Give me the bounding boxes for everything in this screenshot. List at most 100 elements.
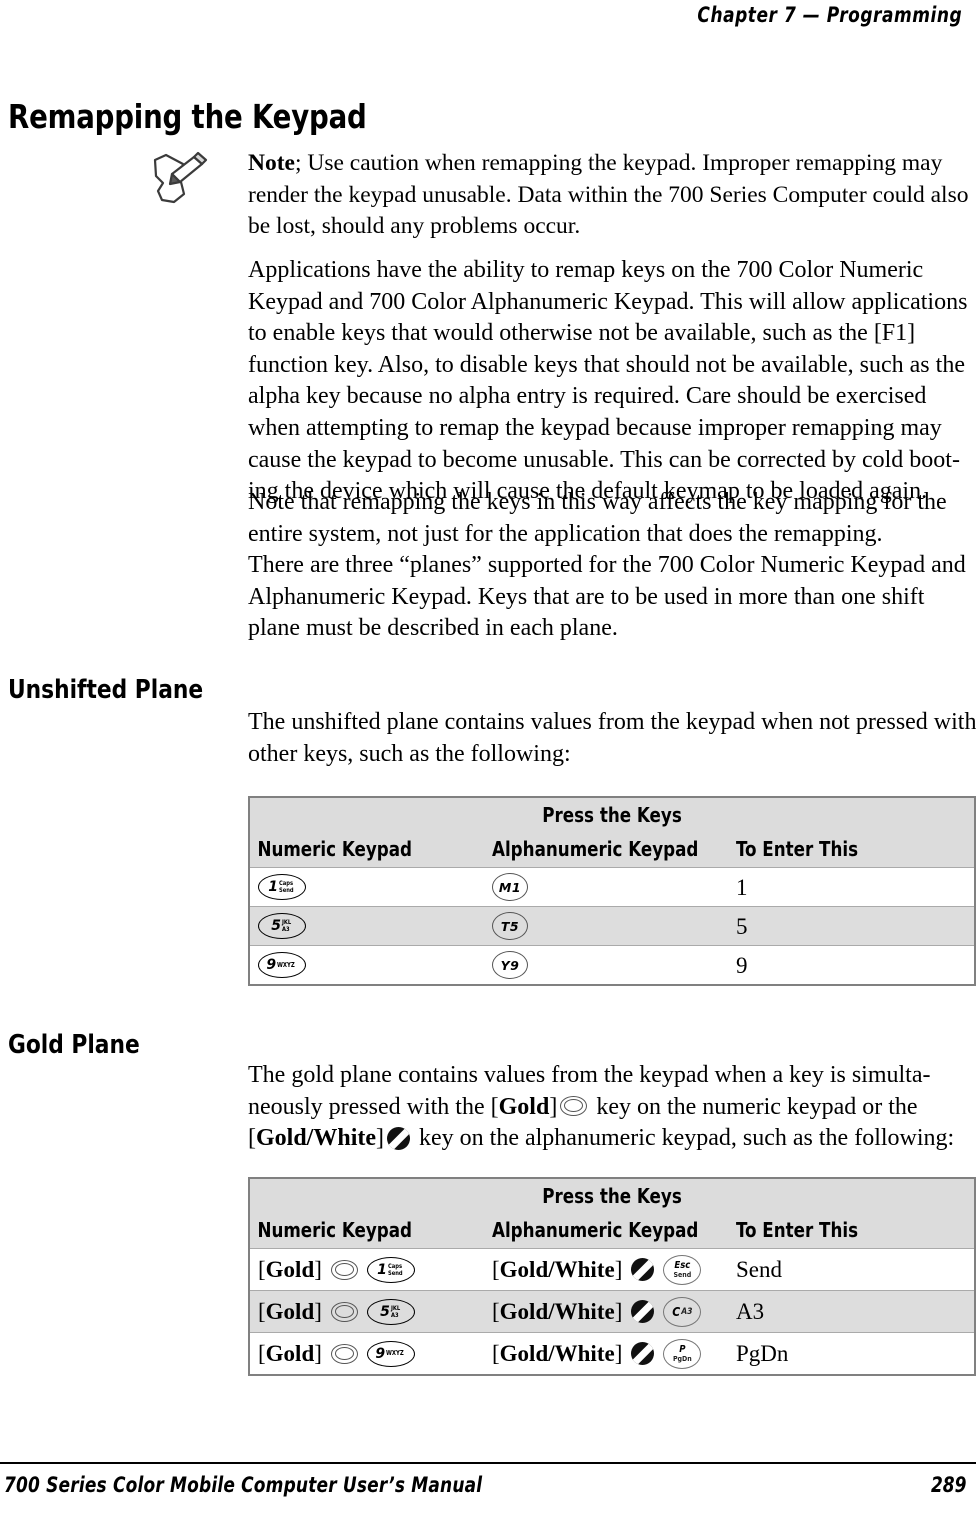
- numeric-key-1-icon: 1 Caps Send: [366, 1256, 415, 1283]
- table-row: [Gold] 5 JKL A3 [Gold/White] C A3 A3: [250, 1290, 974, 1332]
- gold-key-text: [Gold]: [258, 1257, 322, 1282]
- gold-white-key-text: [Gold/White]: [492, 1299, 623, 1324]
- page-running-head: Chapter 7 — Programming: [0, 0, 976, 34]
- note-body: ; Use caution when remapping the keypad.…: [248, 150, 969, 239]
- key-line-2: PgDn: [672, 1354, 692, 1363]
- key-label: Y9: [500, 957, 520, 973]
- cell-alpha-key: M1: [492, 873, 736, 901]
- paragraph-unshifted-intro: The unshifted plane contains values from…: [248, 709, 976, 767]
- cell-numeric-key: 9 WXYZ: [250, 952, 492, 978]
- table-title-row: Press the Keys: [250, 1179, 974, 1212]
- numeric-key-5-icon: 5 JKL A3: [258, 913, 306, 939]
- cell-numeric-combo: [Gold] 5 JKL A3: [250, 1298, 492, 1325]
- gold-white-key-icon: [631, 1342, 655, 1365]
- numeric-key-9-icon: 9 WXYZ: [366, 1340, 415, 1367]
- key-sub-label: JKL A3: [282, 918, 292, 933]
- table-header: Press the Keys Numeric Keypad Alphanumer…: [250, 798, 974, 867]
- alpha-key-t5-icon: T5: [492, 912, 528, 940]
- cell-alpha-key: Y9: [492, 951, 736, 979]
- cell-numeric-key: 5 JKL A3: [250, 913, 492, 939]
- gold-key-name: Gold: [498, 1093, 550, 1120]
- table-row: 1 Caps Send M1 1: [250, 867, 974, 906]
- cell-alpha-combo: [Gold/White] P PgDn: [492, 1338, 736, 1369]
- cell-numeric-key: 1 Caps Send: [250, 874, 492, 900]
- cell-to-enter: A3: [736, 1299, 765, 1324]
- cell-numeric-combo: [Gold] 1 Caps Send: [250, 1256, 492, 1283]
- goldwhite-key-name: Gold/White: [256, 1125, 377, 1152]
- cell-to-enter: 9: [736, 952, 748, 978]
- footer-manual-title: 700 Series Color Mobile Computer User’s …: [4, 1473, 483, 1497]
- gold-intro-part4: ]: [376, 1125, 385, 1152]
- column-header-numeric-keypad: Numeric Keypad: [257, 1218, 413, 1242]
- alpha-key-m1-icon: M1: [492, 873, 528, 901]
- gold-intro-part5: key on the alphanumeric keypad, such as …: [413, 1125, 955, 1152]
- key-sub-label: Caps Send: [279, 879, 295, 894]
- table-unshifted-plane: Press the Keys Numeric Keypad Alphanumer…: [248, 796, 976, 986]
- note-label: Note: [248, 150, 295, 176]
- cell-to-enter: 1: [736, 874, 748, 900]
- note-pencil-icon: [150, 150, 214, 212]
- cell-numeric-combo: [Gold] 9 WXYZ: [250, 1340, 492, 1367]
- gold-key-icon: [330, 1343, 358, 1364]
- table-title: Press the Keys: [542, 803, 682, 827]
- table-column-row: Numeric Keypad Alphanumeric Keypad To En…: [250, 831, 974, 867]
- key-main-label: 5: [271, 918, 281, 934]
- cell-to-enter: PgDn: [736, 1341, 789, 1366]
- footer-divider: [0, 1462, 976, 1464]
- gold-key-text: [Gold]: [258, 1299, 322, 1324]
- table-header: Press the Keys Numeric Keypad Alphanumer…: [250, 1179, 974, 1248]
- table-title-row: Press the Keys: [250, 798, 974, 831]
- paragraph-gold-intro: The gold plane contains values from the …: [248, 1060, 976, 1155]
- alpha-key-p-pgdn-icon: P PgDn: [663, 1338, 702, 1369]
- paragraph-three-planes: There are three “planes” supported for t…: [248, 552, 966, 642]
- table-title: Press the Keys: [542, 1184, 682, 1208]
- numeric-key-5-icon: 5 JKL A3: [366, 1298, 415, 1325]
- numeric-key-9-icon: 9 WXYZ: [258, 952, 306, 978]
- table-row: [Gold] 9 WXYZ [Gold/White] P PgDn PgDn: [250, 1332, 974, 1374]
- table-row: 9 WXYZ Y9 9: [250, 945, 974, 984]
- key-line-2: A3: [681, 1306, 693, 1317]
- cell-to-enter: 5: [736, 913, 748, 939]
- section-heading-unshifted-plane: Unshifted Plane: [8, 674, 204, 705]
- key-line-2: Send: [673, 1270, 692, 1279]
- section-heading-gold-plane: Gold Plane: [8, 1029, 140, 1060]
- cell-alpha-combo: [Gold/White] C A3: [492, 1296, 736, 1327]
- paragraph-applications: Applications have the ability to remap k…: [248, 257, 968, 505]
- gold-key-text: [Gold]: [258, 1341, 322, 1366]
- key-line-1: C: [672, 1304, 681, 1319]
- key-label: M1: [498, 879, 522, 895]
- alpha-key-y9-icon: Y9: [492, 951, 528, 979]
- gold-white-key-text: [Gold/White]: [492, 1341, 623, 1366]
- alpha-key-c-a3-icon: C A3: [663, 1296, 702, 1327]
- column-header-to-enter-this: To Enter This: [736, 1218, 859, 1242]
- numeric-key-1-icon: 1 Caps Send: [258, 874, 306, 900]
- column-header-to-enter-this: To Enter This: [736, 837, 859, 861]
- key-sub-label: WXYZ: [276, 960, 295, 969]
- key-main-label: 9: [375, 1345, 386, 1362]
- key-main-label: 1: [377, 1261, 387, 1278]
- page-footer: 700 Series Color Mobile Computer User’s …: [0, 1472, 976, 1512]
- gold-key-icon: [330, 1259, 358, 1280]
- page-title: Remapping the Keypad: [8, 97, 367, 137]
- note-text: Note; Use caution when remapping the key…: [248, 148, 976, 243]
- key-sub-label: JKL A3: [391, 1303, 401, 1319]
- table-column-row: Numeric Keypad Alphanumeric Keypad To En…: [250, 1212, 974, 1248]
- gold-intro-part2: ]: [549, 1093, 558, 1120]
- key-sub-label: Caps Send: [388, 1261, 404, 1277]
- running-head-text: Chapter 7 — Programming: [697, 3, 962, 27]
- table-gold-plane: Press the Keys Numeric Keypad Alphanumer…: [248, 1177, 976, 1376]
- key-label: T5: [500, 918, 520, 934]
- column-header-alphanumeric-keypad: Alphanumeric Keypad: [492, 1218, 699, 1242]
- key-main-label: 9: [266, 957, 277, 973]
- footer-page-number: 289: [930, 1473, 966, 1497]
- gold-white-key-text: [Gold/White]: [492, 1257, 623, 1282]
- table-row: 5 JKL A3 T5 5: [250, 906, 974, 945]
- key-line-1: Esc: [674, 1259, 691, 1271]
- gold-white-key-icon: [631, 1300, 655, 1323]
- key-main-label: 5: [380, 1303, 390, 1320]
- column-header-numeric-keypad: Numeric Keypad: [257, 837, 413, 861]
- gold-white-key-icon: [387, 1127, 411, 1151]
- alpha-key-esc-send-icon: Esc Send: [663, 1254, 702, 1285]
- table-row: [Gold] 1 Caps Send [Gold/White] Esc Send …: [250, 1248, 974, 1290]
- key-sub-label: WXYZ: [385, 1349, 404, 1357]
